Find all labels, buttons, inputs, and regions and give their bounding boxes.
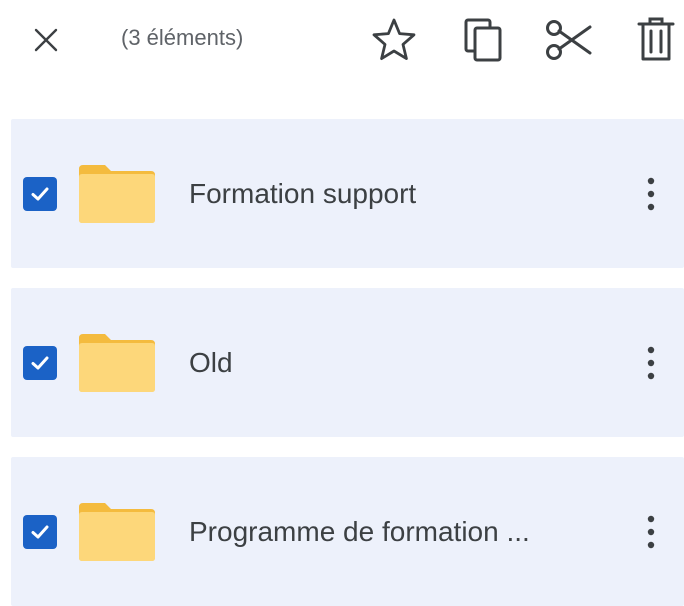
folder-icon (79, 503, 155, 561)
list-item[interactable]: Programme de formation ... (11, 457, 684, 606)
folder-icon (79, 165, 155, 223)
copy-button[interactable] (455, 12, 511, 68)
list-item[interactable]: Old (11, 288, 684, 437)
folder-icon (79, 334, 155, 392)
checkmark-icon (31, 187, 49, 201)
more-options-button[interactable] (627, 502, 675, 562)
close-selection-button[interactable] (22, 16, 70, 64)
star-icon (372, 18, 416, 60)
star-button[interactable] (366, 12, 422, 68)
trash-icon (637, 17, 675, 61)
item-name: Formation support (189, 178, 417, 209)
more-vert-icon (647, 346, 655, 380)
item-name: Old (189, 347, 233, 378)
checkmark-icon (31, 356, 49, 370)
more-vert-icon (647, 515, 655, 549)
list-item[interactable]: Formation support (11, 119, 684, 268)
scissors-icon (546, 20, 592, 60)
selection-toolbar: (3 éléments) (0, 0, 684, 80)
delete-button[interactable] (628, 12, 684, 68)
more-vert-icon (647, 177, 655, 211)
item-checkbox[interactable] (23, 515, 57, 549)
copy-icon (464, 18, 502, 62)
selection-count: (3 éléments) (121, 25, 244, 50)
cut-button[interactable] (542, 12, 598, 68)
more-options-button[interactable] (627, 333, 675, 393)
item-checkbox[interactable] (23, 346, 57, 380)
item-name: Programme de formation ... (189, 516, 530, 547)
more-options-button[interactable] (627, 164, 675, 224)
close-icon (34, 28, 58, 52)
item-checkbox[interactable] (23, 177, 57, 211)
checkmark-icon (31, 525, 49, 539)
